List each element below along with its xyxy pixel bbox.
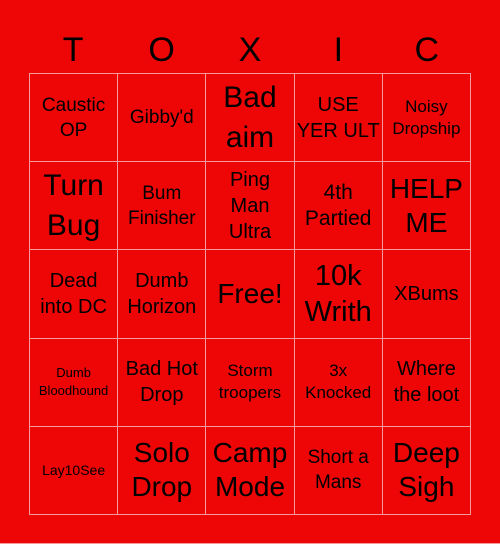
bingo-cell[interactable]: Short a Mans bbox=[294, 426, 383, 515]
bingo-cell[interactable]: Dumb Horizon bbox=[118, 250, 207, 339]
bingo-cell[interactable]: Dumb Bloodhound bbox=[30, 338, 119, 427]
bingo-board: Caustic OP Gibby'd Bad aim USE YER ULT N… bbox=[29, 73, 471, 515]
cell-text: Where the loot bbox=[393, 358, 460, 407]
bingo-cell[interactable]: Storm troopers bbox=[206, 338, 295, 427]
title-letter: X bbox=[238, 31, 262, 69]
cell-text: Caustic OP bbox=[41, 94, 106, 141]
cell-text: Turn Bug bbox=[43, 168, 104, 242]
bingo-cell[interactable]: Where the loot bbox=[382, 338, 471, 427]
cell-text: Bum Finisher bbox=[128, 182, 196, 229]
bingo-cell[interactable]: 3x Knocked bbox=[294, 338, 383, 427]
bingo-cell[interactable]: Noisy Dropship bbox=[382, 74, 471, 163]
cell-text: HELP ME bbox=[389, 172, 463, 238]
free-space-cell[interactable]: Free! bbox=[206, 250, 295, 339]
bingo-cell[interactable]: Solo Drop bbox=[118, 426, 207, 515]
title-letter: O bbox=[148, 31, 175, 69]
cell-text: Free! bbox=[217, 277, 283, 309]
cell-text: Gibby'd bbox=[129, 107, 194, 129]
cell-text: Solo Drop bbox=[131, 437, 193, 503]
title-letter: T bbox=[62, 31, 84, 69]
bingo-cell[interactable]: 10k Writh bbox=[294, 250, 383, 339]
bingo-cell[interactable]: Caustic OP bbox=[30, 74, 119, 163]
cell-text: Dead into DC bbox=[40, 269, 107, 318]
bingo-title: T O X I C bbox=[29, 28, 471, 72]
cell-text: Dumb Bloodhound bbox=[38, 365, 109, 399]
cell-text: Short a Mans bbox=[307, 447, 369, 494]
bingo-cell[interactable]: Ping Man Ultra bbox=[206, 162, 295, 251]
bingo-cell[interactable]: USE YER ULT bbox=[294, 74, 383, 163]
bingo-cell[interactable]: Camp Mode bbox=[206, 426, 295, 515]
cell-text: Bad Hot Drop bbox=[125, 358, 198, 407]
bingo-cell[interactable]: HELP ME bbox=[382, 162, 471, 251]
cell-text: USE YER ULT bbox=[296, 93, 380, 142]
cell-text: Dumb Horizon bbox=[127, 269, 197, 318]
cell-text: Noisy Dropship bbox=[392, 96, 461, 138]
title-letter: I bbox=[333, 31, 344, 69]
cell-text: 10k Writh bbox=[304, 259, 372, 328]
bingo-cell[interactable]: Deep Sigh bbox=[382, 426, 471, 515]
cell-text: Bad aim bbox=[223, 80, 277, 154]
cell-text: 4th Partied bbox=[304, 180, 372, 230]
bingo-cell[interactable]: Bad aim bbox=[206, 74, 295, 163]
cell-text: Camp Mode bbox=[212, 437, 288, 503]
bingo-cell[interactable]: 4th Partied bbox=[294, 162, 383, 251]
bingo-cell[interactable]: Turn Bug bbox=[30, 162, 119, 251]
cell-text: 3x Knocked bbox=[305, 361, 372, 403]
bingo-cell[interactable]: Lay10See bbox=[30, 426, 119, 515]
bingo-cell[interactable]: Bad Hot Drop bbox=[118, 338, 207, 427]
cell-text: Ping Man Ultra bbox=[228, 168, 272, 243]
cell-text: Storm troopers bbox=[218, 361, 282, 403]
cell-text: Deep Sigh bbox=[392, 437, 460, 503]
title-letter: C bbox=[414, 31, 440, 69]
bingo-cell[interactable]: Dead into DC bbox=[30, 250, 119, 339]
bingo-cell[interactable]: Bum Finisher bbox=[118, 162, 207, 251]
cell-text: XBums bbox=[394, 282, 459, 305]
bingo-cell[interactable]: Gibby'd bbox=[118, 74, 207, 163]
bingo-cell[interactable]: XBums bbox=[382, 250, 471, 339]
cell-text: Lay10See bbox=[42, 462, 106, 479]
